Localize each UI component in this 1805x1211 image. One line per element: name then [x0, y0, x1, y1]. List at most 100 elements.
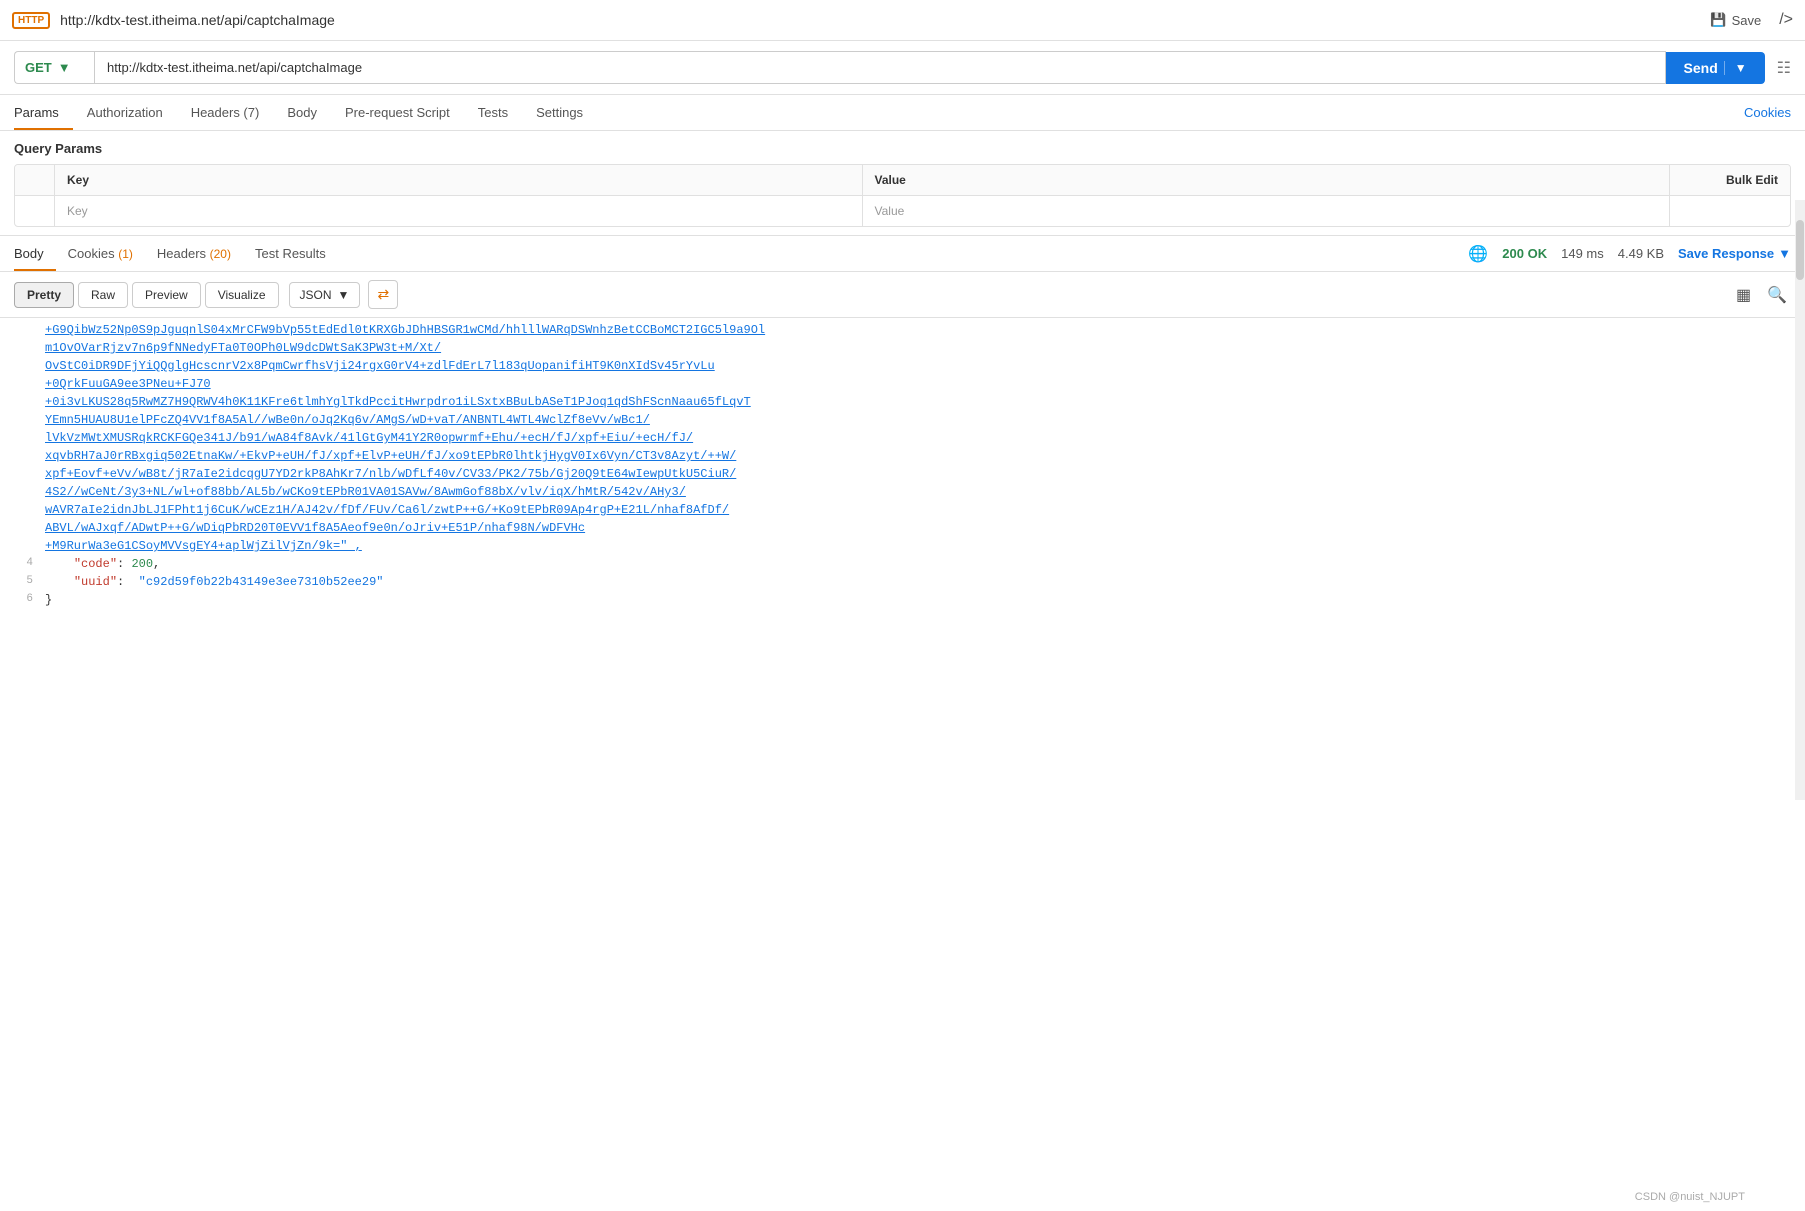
- tab-pre-request-script[interactable]: Pre-request Script: [331, 95, 464, 130]
- sidebar-toggle-icon[interactable]: ☷: [1777, 58, 1791, 78]
- json-line: +M9RurWa3eG1CSoyMVVsgEY4+aplWjZilVjZn/9k…: [0, 538, 1805, 556]
- response-status-area: 🌐 200 OK 149 ms 4.49 KB Save Response ▼: [1468, 244, 1791, 264]
- json-line: +G9QibWz52Np0S9pJguqnlS04xMrCFW9bVp55tEd…: [0, 322, 1805, 340]
- tab-body[interactable]: Body: [273, 95, 331, 130]
- format-type-chevron-icon: ▼: [338, 288, 350, 302]
- response-tabs-row: Body Cookies (1) Headers (20) Test Resul…: [0, 236, 1805, 272]
- json-line: OvStC0iDR9DFjYiQQglgHcscnrV2x8PqmCwrfhsV…: [0, 358, 1805, 376]
- format-raw-button[interactable]: Raw: [78, 282, 128, 308]
- json-line-5-content: "uuid": "c92d59f0b22b43149e3ee7310b52ee2…: [45, 575, 1805, 589]
- send-caret-icon[interactable]: ▼: [1724, 61, 1747, 75]
- params-key-header: Key: [55, 165, 863, 195]
- watermark: CSDN @nuist_NJUPT: [1635, 1191, 1745, 1203]
- wrap-lines-button[interactable]: ⇄: [368, 280, 398, 309]
- request-url-title: http://kdtx-test.itheima.net/api/captcha…: [60, 12, 1692, 28]
- method-select[interactable]: GET ▼: [14, 51, 94, 84]
- http-badge-box: HTTP: [12, 12, 50, 29]
- format-type-select[interactable]: JSON ▼: [289, 282, 361, 308]
- cookies-link[interactable]: Cookies: [1744, 105, 1791, 120]
- globe-icon: 🌐: [1468, 244, 1488, 264]
- json-line-content: YEmn5HUAU8U1elPFcZQ4VV1f8A5Al//wBe0n/oJq…: [45, 413, 1805, 427]
- url-input[interactable]: [94, 51, 1666, 84]
- response-section: Body Cookies (1) Headers (20) Test Resul…: [0, 235, 1805, 748]
- json-line-content: +0QrkFuuGA9ee3PNeu+FJ70: [45, 377, 1805, 391]
- resp-tab-body[interactable]: Body: [14, 236, 56, 271]
- json-line-4-content: "code": 200,: [45, 557, 1805, 571]
- http-method-badge: HTTP: [12, 12, 50, 29]
- format-visualize-button[interactable]: Visualize: [205, 282, 279, 308]
- request-tabs-row: Params Authorization Headers (7) Body Pr…: [0, 95, 1805, 131]
- resp-headers-label: Headers: [157, 246, 210, 261]
- params-key-cell[interactable]: Key: [55, 196, 863, 226]
- save-icon: 💾: [1710, 12, 1726, 28]
- save-label: Save: [1732, 13, 1762, 28]
- save-button-top[interactable]: 💾 Save: [1702, 8, 1769, 32]
- json-line: YEmn5HUAU8U1elPFcZQ4VV1f8A5Al//wBe0n/oJq…: [0, 412, 1805, 430]
- format-bar: Pretty Raw Preview Visualize JSON ▼ ⇄ ▦ …: [0, 272, 1805, 318]
- json-line-content: +0i3vLKUS28q5RwMZ7H9QRWV4h0K11KFre6tlmhY…: [45, 395, 1805, 409]
- params-table-row: Key Value: [15, 196, 1790, 226]
- json-line-5: 5 "uuid": "c92d59f0b22b43149e3ee7310b52e…: [0, 574, 1805, 592]
- tab-settings[interactable]: Settings: [522, 95, 597, 130]
- params-value-cell[interactable]: Value: [863, 196, 1671, 226]
- resp-tab-test-results[interactable]: Test Results: [243, 236, 338, 271]
- format-type-label: JSON: [300, 288, 332, 302]
- params-checkbox-header: [15, 165, 55, 195]
- line-number-6: 6: [0, 593, 45, 605]
- main-scrollbar: [1795, 200, 1805, 800]
- response-time: 149 ms: [1561, 246, 1604, 261]
- format-preview-button[interactable]: Preview: [132, 282, 201, 308]
- params-action-cell: [1670, 196, 1790, 226]
- save-response-chevron-icon: ▼: [1778, 246, 1791, 261]
- save-response-button[interactable]: Save Response ▼: [1678, 246, 1791, 261]
- response-size: 4.49 KB: [1618, 246, 1664, 261]
- search-button[interactable]: 🔍: [1763, 281, 1791, 309]
- json-line-content: +G9QibWz52Np0S9pJguqnlS04xMrCFW9bVp55tEd…: [45, 323, 1805, 337]
- json-line: lVkVzMWtXMUSRqkRCKFGQe341J/b91/wA84f8Avk…: [0, 430, 1805, 448]
- params-value-header: Value: [863, 165, 1671, 195]
- json-line: xpf+Eovf+eVv/wB8t/jR7aIe2idcqgU7YD2rkP8A…: [0, 466, 1805, 484]
- url-bar: HTTP http://kdtx-test.itheima.net/api/ca…: [0, 0, 1805, 41]
- json-line-content: OvStC0iDR9DFjYiQQglgHcscnrV2x8PqmCwrfhsV…: [45, 359, 1805, 373]
- json-line: wAVR7aIe2idnJbLJ1FPht1j6CuK/wCEz1H/AJ42v…: [0, 502, 1805, 520]
- line-number-4: 4: [0, 557, 45, 569]
- json-line: +0QrkFuuGA9ee3PNeu+FJ70: [0, 376, 1805, 394]
- response-status-code: 200 OK: [1502, 246, 1547, 261]
- json-line-content: wAVR7aIe2idnJbLJ1FPht1j6CuK/wCEz1H/AJ42v…: [45, 503, 1805, 517]
- copy-button[interactable]: ▦: [1732, 281, 1755, 309]
- angle-bracket-icon: />: [1779, 11, 1793, 29]
- tab-headers[interactable]: Headers (7): [177, 95, 274, 130]
- resp-tab-headers[interactable]: Headers (20): [145, 236, 243, 271]
- resp-tab-cookies[interactable]: Cookies (1): [56, 236, 145, 271]
- resp-cookies-label: Cookies: [68, 246, 119, 261]
- format-pretty-button[interactable]: Pretty: [14, 282, 74, 308]
- line-number-5: 5: [0, 575, 45, 587]
- tab-tests[interactable]: Tests: [464, 95, 522, 130]
- json-line: 4S2//wCeNt/3y3+NL/wl+of88bb/AL5b/wCKo9tE…: [0, 484, 1805, 502]
- scrollbar-thumb[interactable]: [1796, 220, 1804, 280]
- json-line-content: xqvbRH7aJ0rRBxgiq502EtnaKw/+EkvP+eUH/fJ/…: [45, 449, 1805, 463]
- send-button[interactable]: Send ▼: [1666, 52, 1765, 84]
- wrap-icon-symbol: ⇄: [377, 286, 389, 303]
- format-bar-right: ▦ 🔍: [1732, 281, 1791, 309]
- json-response-content[interactable]: +G9QibWz52Np0S9pJguqnlS04xMrCFW9bVp55tEd…: [0, 318, 1805, 748]
- app-container: HTTP http://kdtx-test.itheima.net/api/ca…: [0, 0, 1805, 748]
- json-line-content: lVkVzMWtXMUSRqkRCKFGQe341J/b91/wA84f8Avk…: [45, 431, 1805, 445]
- json-line: +0i3vLKUS28q5RwMZ7H9QRWV4h0K11KFre6tlmhY…: [0, 394, 1805, 412]
- json-line-content: +M9RurWa3eG1CSoyMVVsgEY4+aplWjZilVjZn/9k…: [45, 539, 1805, 553]
- params-bulk-edit-header[interactable]: Bulk Edit: [1670, 165, 1790, 195]
- json-line-content: xpf+Eovf+eVv/wB8t/jR7aIe2idcqgU7YD2rkP8A…: [45, 467, 1805, 481]
- params-table-header: Key Value Bulk Edit: [15, 165, 1790, 196]
- tab-params[interactable]: Params: [14, 95, 73, 130]
- json-line: xqvbRH7aJ0rRBxgiq502EtnaKw/+EkvP+eUH/fJ/…: [0, 448, 1805, 466]
- json-line-content: 4S2//wCeNt/3y3+NL/wl+of88bb/AL5b/wCKo9tE…: [45, 485, 1805, 499]
- method-value: GET: [25, 60, 52, 75]
- json-line-4: 4 "code": 200,: [0, 556, 1805, 574]
- request-line: GET ▼ Send ▼ ☷: [0, 41, 1805, 95]
- tab-authorization[interactable]: Authorization: [73, 95, 177, 130]
- method-chevron-icon: ▼: [58, 60, 71, 75]
- send-label: Send: [1684, 60, 1718, 76]
- json-line-content: ABVL/wAJxqf/ADwtP++G/wDiqPbRD20T0EVV1f8A…: [45, 521, 1805, 535]
- json-line-content: m1OvOVarRjzv7n6p9fNNedyFTa0T0OPh0LW9dcDW…: [45, 341, 1805, 355]
- params-checkbox-cell: [15, 196, 55, 226]
